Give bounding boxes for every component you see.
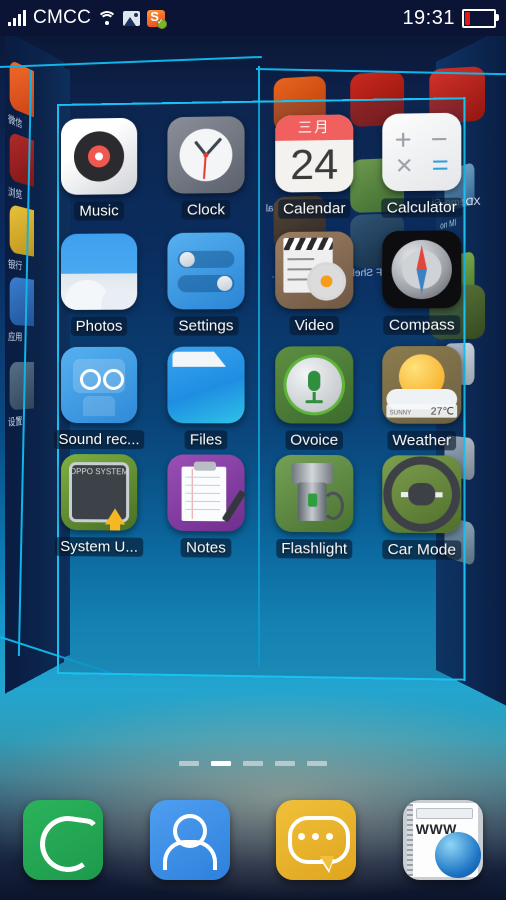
steering-wheel-icon [382, 455, 462, 534]
dock-contacts-button[interactable] [149, 800, 230, 880]
page-dot-4[interactable] [307, 761, 327, 766]
app-music[interactable]: Music [49, 117, 149, 222]
dock-browser-button[interactable]: WWW [402, 800, 483, 880]
app-label-flashlight: Flashlight [276, 538, 353, 559]
carrier-label: CMCC [33, 7, 92, 28]
app-label-sound-recorder: Sound rec... [53, 429, 145, 450]
app-label-compass: Compass [383, 315, 460, 335]
phone-handset-icon [36, 812, 100, 876]
message-bubble-icon [288, 816, 351, 864]
weather-temp: 27℃ [430, 406, 455, 418]
app-sound-recorder[interactable]: Sound rec... [49, 346, 149, 450]
page-dot-1-active[interactable] [211, 761, 231, 766]
app-label-car-mode: Car Mode [382, 539, 462, 560]
music-vinyl-icon [60, 117, 138, 195]
page-dot-3[interactable] [275, 761, 295, 766]
calendar-day: 24 [290, 139, 339, 189]
home-screen: 微信 浏览 银行 应用 设置 eboIe IM no 面类 Xbank Indu… [0, 0, 506, 900]
notes-clipboard-icon [167, 454, 245, 532]
app-grid: Music Clock 三月 24 Calendar + − × = Calcu… [53, 97, 466, 681]
settings-toggles-icon [167, 232, 245, 310]
bg-left-label-1: 浏览 [8, 185, 23, 201]
app-system-update[interactable]: OPPO SYSTEM System U... [49, 454, 149, 557]
app-label-video: Video [289, 315, 339, 336]
bg-left-label-2: 银行 [8, 258, 23, 272]
system-update-chip-icon: OPPO SYSTEM [60, 454, 138, 531]
app-ovoice[interactable]: Ovoice [263, 346, 366, 451]
calendar-month: 三月 [275, 114, 354, 141]
app-clock[interactable]: Clock [155, 116, 256, 220]
battery-icon [462, 8, 499, 28]
app-car-mode[interactable]: Car Mode [370, 455, 474, 560]
app-label-calendar: Calendar [277, 198, 351, 219]
app-notes[interactable]: Notes [155, 454, 256, 558]
microphone-icon [275, 346, 354, 424]
sogou-input-icon: ✓ [147, 9, 168, 29]
chip-label: OPPO SYSTEM [69, 467, 129, 477]
page-indicator[interactable] [0, 761, 506, 766]
wifi-icon [97, 10, 118, 26]
dock: WWW [0, 794, 506, 886]
app-label-settings: Settings [173, 316, 239, 336]
app-label-photos: Photos [70, 316, 128, 336]
app-label-ovoice: Ovoice [285, 430, 344, 451]
calendar-icon: 三月 24 [275, 114, 354, 193]
bg-left-label-0: 微信 [8, 113, 23, 130]
bg-left-label-3: 应用 [8, 331, 23, 343]
weather-condition: SUNNY [389, 410, 412, 417]
app-label-weather: Weather [387, 430, 457, 451]
dock-messages-button[interactable] [276, 800, 357, 880]
video-clapperboard-icon [275, 231, 354, 309]
status-bar: CMCC ✓ 19:31 [0, 0, 506, 36]
analog-clock-icon [167, 116, 245, 194]
app-files[interactable]: Files [155, 346, 256, 450]
app-calculator[interactable]: + − × = Calculator [370, 112, 474, 218]
app-flashlight[interactable]: Flashlight [263, 454, 366, 559]
app-video[interactable]: Video [263, 231, 366, 336]
app-label-notes: Notes [180, 538, 231, 558]
app-label-files: Files [184, 430, 228, 450]
app-label-clock: Clock [181, 200, 231, 220]
app-compass[interactable]: Compass [370, 230, 474, 335]
page-dot-2[interactable] [243, 761, 263, 766]
compass-needle-icon [382, 230, 462, 309]
photos-cloud-icon [60, 233, 138, 310]
app-settings[interactable]: Settings [155, 232, 256, 336]
app-weather[interactable]: SUNNY 27℃ Weather [370, 346, 474, 451]
app-label-music: Music [74, 201, 124, 221]
app-calendar[interactable]: 三月 24 Calendar [263, 114, 366, 219]
app-label-system-update: System U... [55, 536, 143, 557]
home-page-current[interactable]: Music Clock 三月 24 Calendar + − × = Calcu… [53, 97, 466, 681]
calc-times: × [395, 149, 413, 181]
screenshot-icon [123, 10, 141, 26]
app-photos[interactable]: Photos [49, 233, 149, 336]
weather-sun-icon: SUNNY 27℃ [382, 346, 462, 424]
page-dot-0[interactable] [179, 761, 199, 766]
browser-globe-icon [434, 832, 481, 878]
calc-equals: = [431, 148, 449, 181]
bg-left-label-4: 设置 [8, 415, 23, 429]
files-folder-icon [167, 346, 245, 424]
dock-phone-button[interactable] [23, 800, 104, 880]
flashlight-torch-icon [275, 454, 354, 533]
status-clock: 19:31 [402, 6, 455, 29]
browser-url-bar [415, 808, 473, 819]
signal-bars-icon [8, 10, 26, 26]
app-label-calculator: Calculator [381, 197, 463, 218]
calculator-icon: + − × = [382, 112, 462, 192]
sound-recorder-icon [60, 346, 138, 424]
